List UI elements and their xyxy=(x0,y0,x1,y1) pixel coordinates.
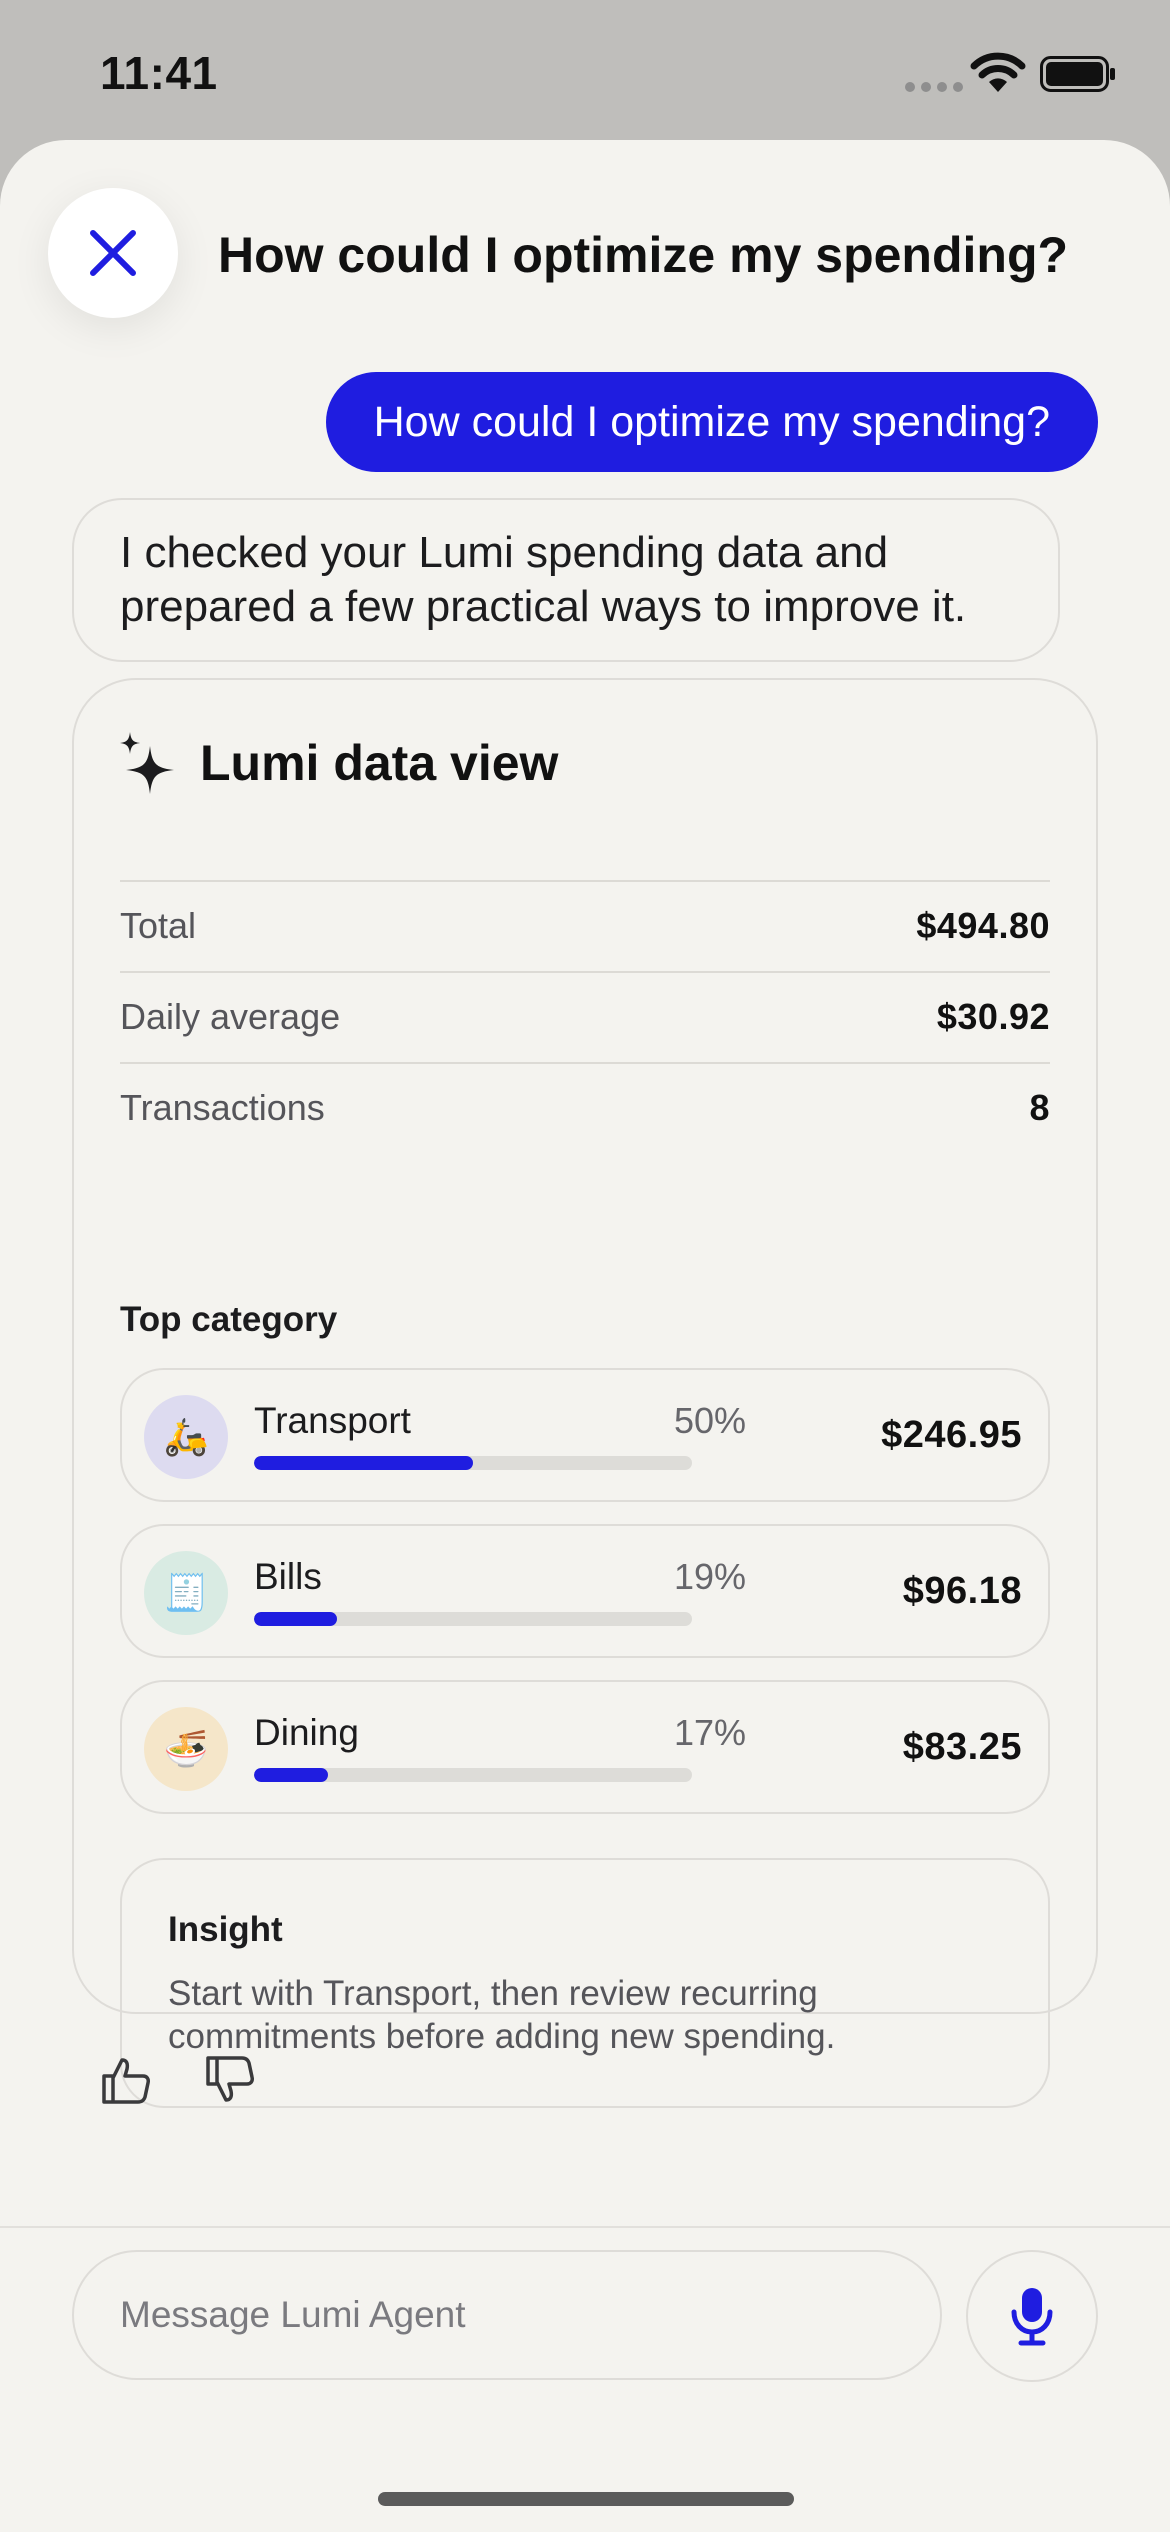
metric-row-daily-average: Daily average $30.92 xyxy=(120,971,1050,1061)
message-input[interactable] xyxy=(72,2250,942,2380)
category-percent: 50% xyxy=(673,1400,746,1441)
category-progress-track xyxy=(254,1768,692,1782)
thumbs-down-icon[interactable] xyxy=(204,2054,256,2106)
cellular-signal-icon xyxy=(905,82,963,92)
microphone-button[interactable] xyxy=(966,2250,1098,2382)
category-progress-fill xyxy=(254,1612,338,1626)
top-category-label: Top category xyxy=(120,1300,338,1339)
battery-icon xyxy=(1040,56,1115,92)
receipt-icon: 🧾 xyxy=(144,1551,228,1635)
thumbs-up-icon[interactable] xyxy=(100,2054,152,2106)
category-name: Bills xyxy=(254,1556,322,1597)
category-name: Dining xyxy=(254,1712,359,1753)
status-bar: 11:41 xyxy=(0,0,1170,140)
category-percent: 19% xyxy=(673,1556,746,1597)
close-button[interactable] xyxy=(48,188,178,318)
sparkle-icon xyxy=(120,732,174,794)
noodles-icon: 🍜 xyxy=(144,1707,228,1791)
metric-label: Transactions xyxy=(120,1087,325,1128)
category-amount: $83.25 xyxy=(902,1726,1022,1768)
metric-value: $494.80 xyxy=(916,905,1050,946)
data-view-card: Lumi data view Total $494.80 Daily avera… xyxy=(72,678,1098,2108)
insight-box: Insight Start with Transport, then revie… xyxy=(120,1858,1050,2108)
status-time: 11:41 xyxy=(100,47,218,99)
category-name: Transport xyxy=(254,1400,411,1441)
category-amount: $96.18 xyxy=(902,1570,1022,1612)
category-row-bills[interactable]: 🧾 Bills 19% $96.18 xyxy=(120,1524,1050,1658)
user-message-bubble: How could I optimize my spending? xyxy=(325,372,1098,472)
metric-value: $30.92 xyxy=(936,996,1050,1037)
metric-row-total: Total $494.80 xyxy=(120,880,1050,970)
insight-title: Insight xyxy=(168,1910,283,1949)
agent-message-bubble: I checked your Lumi spending data and pr… xyxy=(72,498,1060,662)
category-row-transport[interactable]: 🛵 Transport 50% $246.95 xyxy=(120,1368,1050,1502)
microphone-icon xyxy=(1011,2288,1053,2346)
category-progress-fill xyxy=(254,1768,329,1782)
page-title: How could I optimize my spending? xyxy=(218,227,1069,283)
category-progress-track xyxy=(254,1456,692,1470)
category-row-dining[interactable]: 🍜 Dining 17% $83.25 xyxy=(120,1680,1050,1814)
wifi-icon xyxy=(970,52,1026,92)
scooter-icon: 🛵 xyxy=(144,1395,228,1479)
composer-divider xyxy=(0,2226,1170,2228)
metric-label: Total xyxy=(120,905,197,946)
data-view-title: Lumi data view xyxy=(200,735,559,791)
agent-sheet: How could I optimize my spending? How co… xyxy=(0,140,1170,2532)
category-amount: $246.95 xyxy=(881,1414,1022,1456)
insight-text: Start with Transport, then review recurr… xyxy=(168,1974,836,2056)
close-icon xyxy=(90,230,136,276)
metric-value: 8 xyxy=(1029,1087,1050,1128)
metric-label: Daily average xyxy=(120,996,341,1037)
category-progress-fill xyxy=(254,1456,473,1470)
category-progress-track xyxy=(254,1612,692,1626)
metric-row-transactions: Transactions 8 xyxy=(120,1062,1050,1152)
category-percent: 17% xyxy=(673,1712,746,1753)
data-view-header: Lumi data view xyxy=(120,732,558,794)
home-indicator xyxy=(378,2492,794,2506)
